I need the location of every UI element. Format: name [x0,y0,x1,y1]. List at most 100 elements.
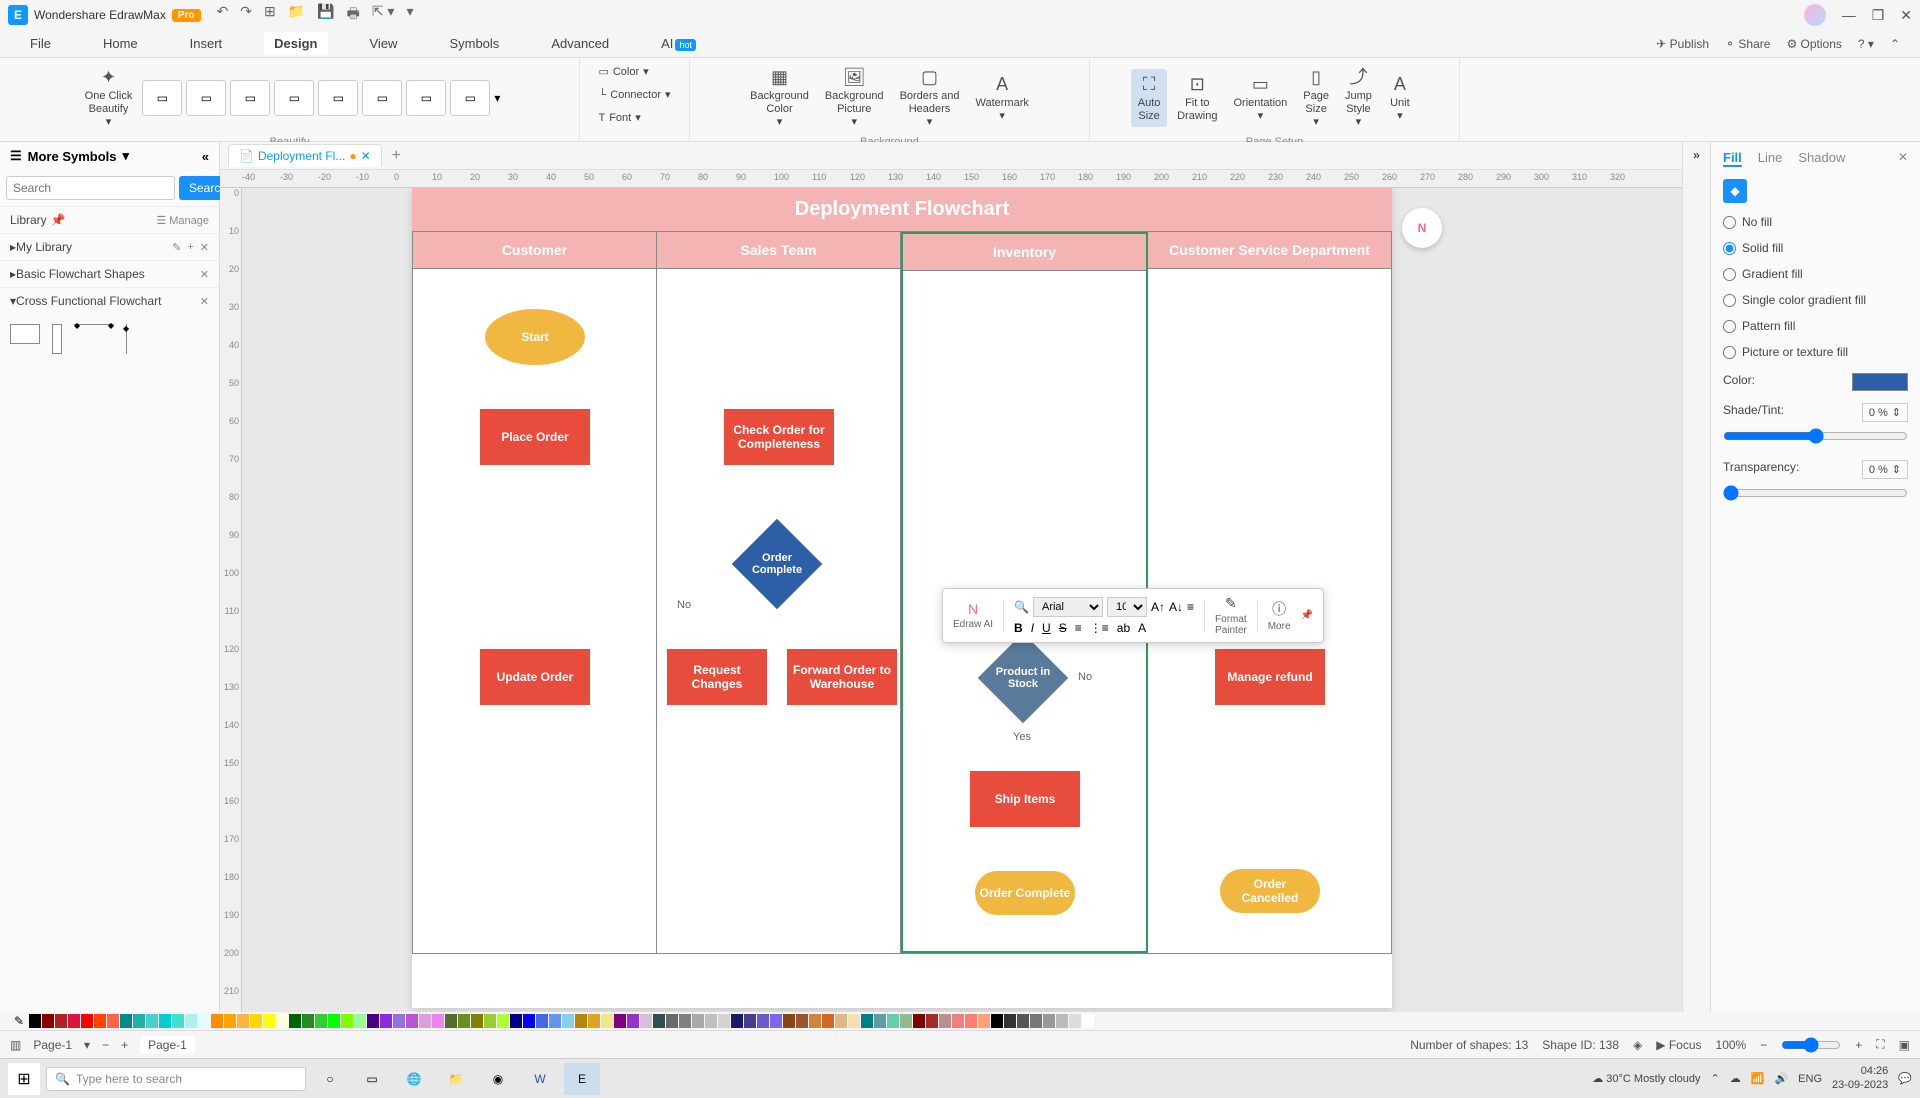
color-swatch-item[interactable] [185,1014,197,1028]
color-swatch-item[interactable] [887,1014,899,1028]
transparency-slider[interactable] [1723,485,1908,501]
color-swatch-item[interactable] [718,1014,730,1028]
color-swatch-item[interactable] [94,1014,106,1028]
cross-functional-label[interactable]: Cross Functional Flowchart [16,294,161,308]
color-swatch-item[interactable] [1030,1014,1042,1028]
radio-gradient-fill[interactable]: Gradient fill [1723,261,1908,287]
shape-update-order[interactable]: Update Order [480,649,590,705]
list-bullet-icon[interactable]: ⋮≡ [1090,621,1109,635]
doc-tab[interactable]: 📄 Deployment Fl... ● ✕ [228,144,382,167]
shape-swimlane-v[interactable] [52,324,62,354]
save-icon[interactable]: 💾 [317,3,334,27]
format-painter-button[interactable]: ✎Format Painter [1215,595,1247,636]
basic-shapes-label[interactable]: Basic Flowchart Shapes [16,267,145,281]
open-icon[interactable]: 📁 [288,3,305,27]
color-swatch-item[interactable] [497,1014,509,1028]
color-dropdown[interactable]: ▭ Color ▾ [592,62,654,83]
color-swatch-item[interactable] [263,1014,275,1028]
color-swatch-item[interactable] [29,1014,41,1028]
color-swatch-item[interactable] [562,1014,574,1028]
color-swatch-item[interactable] [978,1014,990,1028]
print-icon[interactable]: 🖶 [347,3,360,27]
radio-picture-fill[interactable]: Picture or texture fill [1723,339,1908,365]
task-explorer[interactable]: 📁 [438,1063,474,1095]
color-swatch-item[interactable] [835,1014,847,1028]
page-remove-icon[interactable]: − [102,1038,109,1052]
color-swatch-item[interactable] [107,1014,119,1028]
lane-inventory[interactable]: Inventory [903,234,1146,271]
tab-shadow[interactable]: Shadow [1798,150,1845,167]
more-qat-icon[interactable]: ▾ [406,3,413,27]
layers-icon[interactable]: ◈ [1633,1038,1642,1052]
tray-cloud-icon[interactable]: ☁ [1730,1072,1741,1085]
color-swatch-item[interactable] [42,1014,54,1028]
color-swatch-item[interactable] [731,1014,743,1028]
color-swatch-item[interactable] [393,1014,405,1028]
tray-lang-icon[interactable]: ENG [1798,1073,1822,1085]
task-view-icon[interactable]: ▭ [354,1063,390,1095]
bg-picture-button[interactable]: 🖼Background Picture ▾ [819,62,890,134]
color-swatch-item[interactable] [679,1014,691,1028]
color-swatch-item[interactable] [471,1014,483,1028]
shape-product-in-stock[interactable]: Product in Stock [978,633,1068,723]
shape-separator-v[interactable]: ◆ [126,324,136,354]
fit-drawing-button[interactable]: ⊡Fit to Drawing [1171,69,1223,127]
color-swatch-item[interactable] [627,1014,639,1028]
color-swatch-item[interactable] [939,1014,951,1028]
windows-search[interactable]: 🔍 Type here to search [46,1067,306,1091]
page-tab[interactable]: Page-1 [140,1036,195,1054]
theme-preset-4[interactable]: ▭ [274,80,314,116]
share-button[interactable]: ⚬ Share [1725,37,1770,51]
maximize-icon[interactable]: ❐ [1872,7,1885,24]
color-swatch-item[interactable] [419,1014,431,1028]
radio-no-fill[interactable]: No fill [1723,209,1908,235]
color-swatch-item[interactable] [900,1014,912,1028]
color-swatch-item[interactable] [55,1014,67,1028]
one-click-beautify-button[interactable]: ✦One Click Beautify ▾ [79,62,139,134]
italic-button[interactable]: I [1031,621,1034,635]
case-icon[interactable]: ab [1117,621,1130,635]
font-dropdown[interactable]: T Font ▾ [592,108,646,129]
menu-advanced[interactable]: Advanced [541,32,619,55]
color-swatch-item[interactable] [1082,1014,1094,1028]
increase-font-icon[interactable]: A↑ [1151,600,1165,614]
color-swatch-item[interactable] [848,1014,860,1028]
fullscreen-icon[interactable]: ▣ [1899,1038,1910,1052]
lib-edit-icon[interactable]: ✎ [172,241,181,254]
shade-slider[interactable] [1723,428,1908,444]
manage-button[interactable]: ☰ Manage [156,214,209,227]
avatar[interactable] [1804,4,1826,26]
color-swatch-item[interactable] [341,1014,353,1028]
flowchart-title[interactable]: Deployment Flowchart [412,188,1392,231]
shape-forward-order[interactable]: Forward Order to Warehouse [787,649,897,705]
shape-swimlane-h[interactable] [10,324,40,344]
start-button[interactable]: ⊞ [8,1063,40,1095]
list-number-icon[interactable]: ≡ [1075,621,1082,635]
redo-icon[interactable]: ↷ [240,3,252,27]
theme-more-icon[interactable]: ▾ [494,91,500,105]
task-chrome[interactable]: ◉ [480,1063,516,1095]
radio-solid-fill[interactable]: Solid fill [1723,235,1908,261]
strike-button[interactable]: S [1059,621,1067,635]
menu-symbols[interactable]: Symbols [439,32,509,55]
lane-sales[interactable]: Sales Team [657,232,900,269]
theme-preset-7[interactable]: ▭ [406,80,446,116]
color-swatch-item[interactable] [523,1014,535,1028]
font-search-icon[interactable]: 🔍 [1014,600,1029,614]
shape-order-cancelled[interactable]: Order Cancelled [1220,869,1320,913]
color-swatch-item[interactable] [666,1014,678,1028]
help-icon[interactable]: ? ▾ [1858,37,1874,51]
canvas[interactable]: N Deployment Flowchart Customer Start Pl… [242,188,1682,1012]
orientation-button[interactable]: ▭Orientation ▾ [1227,69,1293,127]
decrease-font-icon[interactable]: A↓ [1169,600,1183,614]
tab-line[interactable]: Line [1758,150,1783,167]
collapse-left-icon[interactable]: « [202,149,209,164]
focus-button[interactable]: ▶ Focus [1656,1038,1701,1052]
zoom-slider[interactable] [1781,1037,1841,1053]
color-swatch-item[interactable] [406,1014,418,1028]
color-swatch-item[interactable] [952,1014,964,1028]
color-swatch-item[interactable] [172,1014,184,1028]
shape-start[interactable]: Start [485,309,585,365]
page-size-button[interactable]: ▯Page Size ▾ [1297,62,1335,134]
tray-sound-icon[interactable]: 🔊 [1774,1072,1788,1085]
